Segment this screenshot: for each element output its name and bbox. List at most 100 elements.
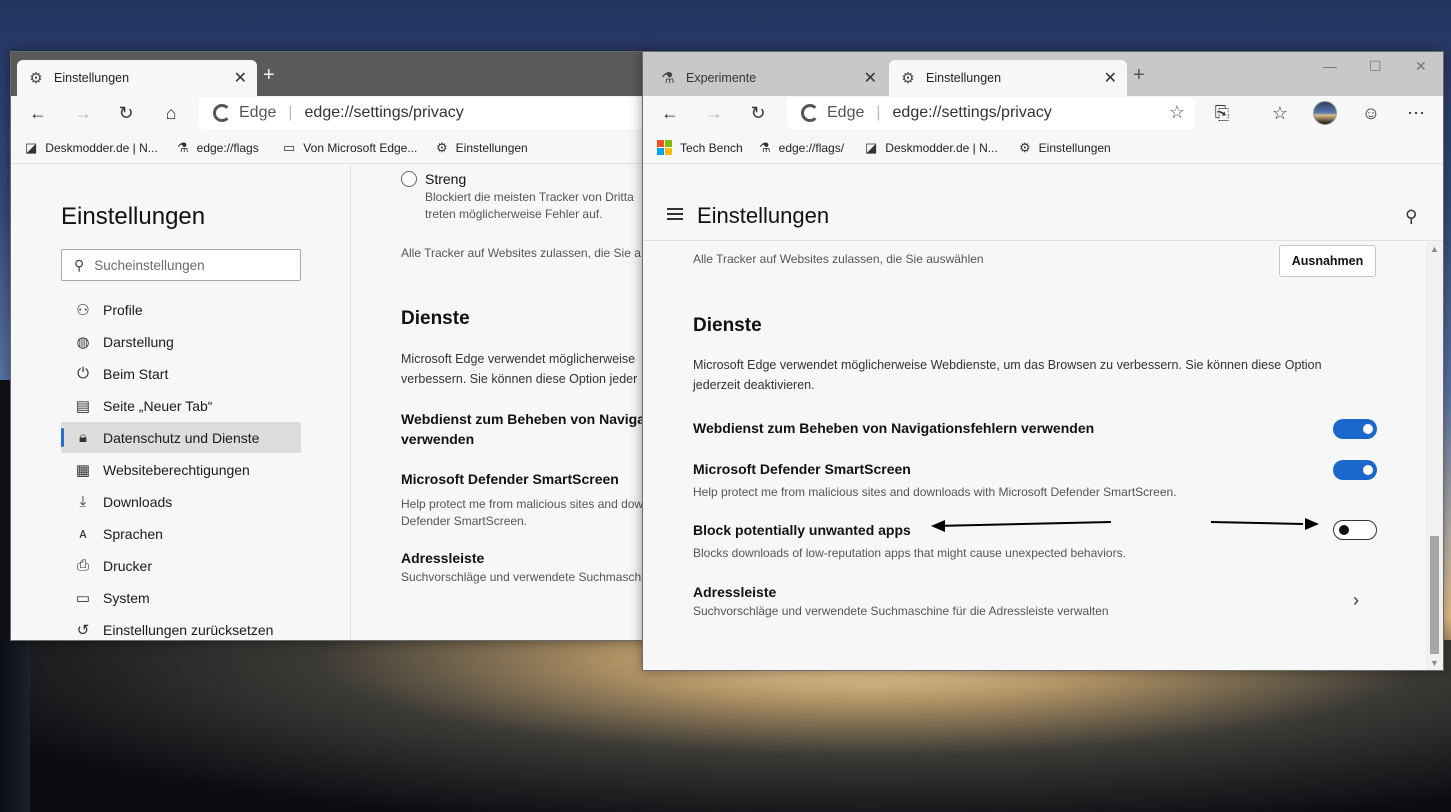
settings-main-left: Streng Blockiert die meisten Tracker von… (401, 165, 649, 640)
sidebar-item-languages[interactable]: ᴀ Sprachen (61, 518, 301, 549)
sidebar-search-input[interactable]: ⚲ Sucheinstellungen (61, 249, 301, 281)
sidebar-item-startup[interactable]: ⏻ Beim Start (61, 358, 301, 389)
address-bar[interactable]: Edge | edge://settings/privacy (199, 97, 649, 129)
toolbar: ← → ↻ Edge | edge://settings/privacy ☆ ⎘… (643, 96, 1443, 130)
back-button[interactable]: ← (657, 101, 683, 125)
tab-experiments[interactable]: ⚗ Experimente ✕ (649, 60, 887, 96)
sidebar-item-printers[interactable]: ⎙ Drucker (61, 550, 301, 581)
exceptions-button[interactable]: Ausnahmen (1279, 245, 1376, 277)
sidebar-item-label: Beim Start (103, 365, 169, 382)
collections-button[interactable]: ⎘ (1209, 101, 1235, 125)
bookmark-flags[interactable]: ⚗ edge://flags/ (759, 140, 844, 156)
more-menu-button[interactable]: ⋯ (1403, 101, 1429, 125)
bookmark-settings[interactable]: ⚙ Einstellungen (436, 140, 528, 156)
home-button[interactable]: ⌂ (158, 101, 184, 125)
browser-window-left: ⚙ Einstellungen ✕ + ← → ↻ ⌂ Edge | edge:… (10, 51, 650, 641)
pua-description: Blocks downloads of low-reputation apps … (693, 546, 1126, 560)
search-icon[interactable]: ⚲ (1405, 207, 1417, 227)
webdienst-label-line2: verwenden (401, 431, 475, 447)
adressleiste-label[interactable]: Adressleiste (401, 550, 484, 566)
scroll-up-arrow-icon[interactable]: ▲ (1430, 244, 1439, 254)
address-url[interactable]: edge://settings/privacy (893, 104, 1052, 122)
page-content: Einstellungen ⚲ Sucheinstellungen ⚇ Prof… (11, 165, 649, 640)
back-button[interactable]: ← (25, 101, 51, 125)
sidebar-item-profile[interactable]: ⚇ Profile (61, 294, 301, 325)
dienste-description-line1: Microsoft Edge verwendet möglicherweise (401, 352, 636, 366)
chevron-right-icon[interactable]: › (1353, 590, 1359, 611)
bookmark-deskmodder[interactable]: ◪ Deskmodder.de | N... (25, 140, 158, 156)
scroll-thumb[interactable] (1430, 536, 1439, 654)
forward-button[interactable]: → (701, 101, 727, 125)
settings-header: Einstellungen ⚲ (643, 165, 1443, 241)
new-tab-button[interactable]: + (263, 64, 275, 87)
annotation-arrowhead-left (931, 520, 945, 532)
forward-button[interactable]: → (70, 101, 96, 125)
tab-settings[interactable]: ⚙ Einstellungen ✕ (17, 60, 257, 96)
bookmark-tech-bench[interactable]: Tech Bench (657, 140, 743, 155)
sidebar-item-system[interactable]: ▭ System (61, 582, 301, 613)
folder-icon: ▭ (283, 140, 296, 155)
strict-radio[interactable] (401, 171, 417, 187)
smartscreen-label: Microsoft Defender SmartScreen (401, 471, 619, 487)
emoji-button[interactable]: ☺ (1358, 101, 1384, 125)
bookmark-flags[interactable]: ⚗ edge://flags (177, 140, 259, 156)
bookmark-settings[interactable]: ⚙ Einstellungen (1019, 140, 1111, 156)
minimize-button[interactable]: — (1323, 58, 1337, 74)
sidebar-item-reset[interactable]: ↺ Einstellungen zurücksetzen (61, 614, 301, 640)
close-window-button[interactable]: ✕ (1415, 58, 1427, 75)
strict-description-line1: Blockiert die meisten Tracker von Dritta (425, 190, 634, 204)
sidebar-item-downloads[interactable]: ⤓ Downloads (61, 486, 301, 517)
search-placeholder: Sucheinstellungen (94, 257, 205, 273)
flask-icon: ⚗ (177, 140, 189, 155)
new-tab-button[interactable]: + (1133, 64, 1145, 87)
dienste-description-line2: jederzeit deaktivieren. (693, 378, 815, 392)
browser-window-right: ⚗ Experimente ✕ ⚙ Einstellungen ✕ + — ☐ … (642, 51, 1444, 671)
allow-trackers-text: Alle Tracker auf Websites zulassen, die … (693, 252, 984, 266)
toolbar: ← → ↻ ⌂ Edge | edge://settings/privacy (11, 96, 649, 130)
tab-settings[interactable]: ⚙ Einstellungen ✕ (889, 60, 1127, 96)
flask-icon: ⚗ (661, 70, 675, 87)
webdienst-label-line1: Webdienst zum Beheben von Navigatio (401, 411, 649, 427)
scrollbar[interactable]: ▲ ▼ (1426, 242, 1443, 670)
maximize-button[interactable]: ☐ (1369, 58, 1382, 75)
refresh-button[interactable]: ↻ (745, 101, 771, 125)
gear-icon: ⚙ (901, 70, 915, 87)
hamburger-menu-icon[interactable] (667, 208, 683, 220)
sidebar-item-appearance[interactable]: ◍ Darstellung (61, 326, 301, 357)
newtab-icon: ▤ (75, 397, 91, 415)
webdienst-toggle[interactable] (1333, 419, 1377, 439)
sidebar-title: Einstellungen (61, 203, 206, 230)
smartscreen-description: Help protect me from malicious sites and… (693, 485, 1177, 499)
address-bar[interactable]: Edge | edge://settings/privacy ☆ (787, 97, 1195, 129)
tab-close-icon[interactable]: ✕ (234, 68, 247, 88)
profile-avatar[interactable] (1313, 101, 1337, 125)
sidebar-item-newtab[interactable]: ▤ Seite „Neuer Tab“ (61, 390, 301, 421)
microsoft-icon (657, 140, 672, 155)
address-brand: Edge (827, 104, 865, 121)
tab-close-icon[interactable]: ✕ (1104, 68, 1117, 88)
address-separator: | (288, 104, 293, 121)
refresh-button[interactable]: ↻ (113, 101, 139, 125)
smartscreen-toggle[interactable] (1333, 460, 1377, 480)
pua-toggle[interactable] (1333, 520, 1377, 540)
sidebar-item-label: Profile (103, 301, 143, 318)
bookmark-folder[interactable]: ▭ Von Microsoft Edge... (283, 140, 417, 156)
tab-close-icon[interactable]: ✕ (864, 68, 877, 88)
bookmark-label: Einstellungen (1038, 141, 1111, 155)
sidebar-item-label: Downloads (103, 493, 173, 510)
settings-sidebar: Einstellungen ⚲ Sucheinstellungen ⚇ Prof… (11, 165, 351, 640)
favorites-button[interactable]: ☆ (1267, 101, 1293, 125)
lock-icon: 🔒︎ (79, 429, 87, 446)
scroll-down-arrow-icon[interactable]: ▼ (1430, 658, 1439, 668)
bookmark-label: edge://flags (196, 141, 259, 155)
address-url[interactable]: edge://settings/privacy (305, 104, 464, 122)
search-icon: ⚲ (74, 256, 85, 273)
deskmodder-icon: ◪ (25, 140, 38, 155)
adressleiste-label[interactable]: Adressleiste (693, 584, 776, 600)
sidebar-item-privacy[interactable]: 🔒︎ Datenschutz und Dienste (61, 422, 301, 453)
sidebar-item-site-permissions[interactable]: ▦ Websiteberechtigungen (61, 454, 301, 485)
bookmark-deskmodder[interactable]: ◪ Deskmodder.de | N... (865, 140, 998, 156)
add-favorite-star-icon[interactable]: ☆ (1169, 102, 1185, 123)
reset-icon: ↺ (76, 621, 90, 639)
smartscreen-description-line1: Help protect me from malicious sites and… (401, 497, 644, 511)
